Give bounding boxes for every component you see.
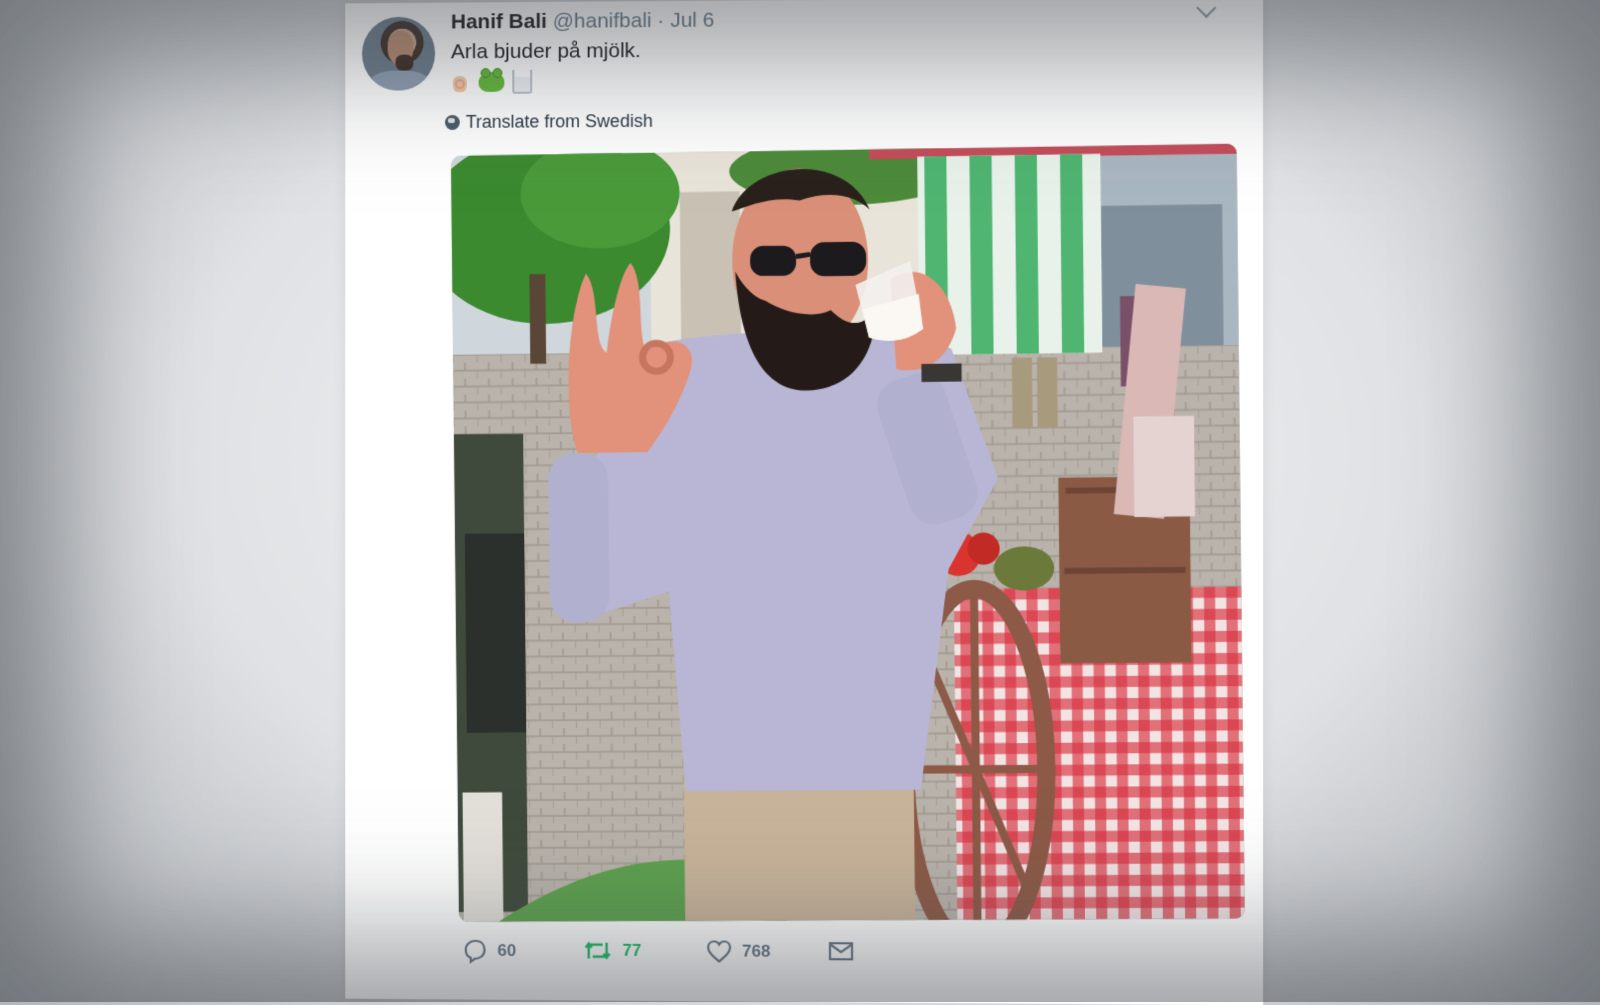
retweet-button[interactable]: 77 [583,939,642,963]
like-count: 768 [742,941,771,961]
reply-button[interactable]: 60 [462,938,516,964]
caret-down-icon[interactable] [1196,0,1217,18]
ok-hand-emoji-icon [451,70,471,94]
tweet-photo[interactable] [450,143,1245,922]
display-name[interactable]: Hanif Bali [451,10,547,34]
milk-glass-emoji-icon [512,69,533,94]
frog-emoji-icon [478,71,505,92]
avatar[interactable] [361,16,436,91]
tweet-text: Arla bjuder på mjölk. [450,39,641,64]
mail-icon [828,941,853,960]
user-handle[interactable]: @hanifbali [553,9,652,33]
globe-icon [444,114,460,130]
direct-message-button[interactable] [828,940,854,962]
translate-link[interactable]: Translate from Swedish [444,110,653,133]
emoji-row [451,69,533,94]
retweet-icon [583,939,613,963]
reply-icon [462,938,488,964]
translate-label: Translate from Swedish [465,110,653,132]
reply-count: 60 [497,940,517,961]
retweet-count: 77 [622,940,642,960]
tweet-date[interactable]: Jul 6 [670,9,714,32]
separator: · [657,9,665,33]
heart-icon [706,939,732,963]
tweet-card[interactable]: Hanif Bali @hanifbali · Jul 6 Arla bjude… [345,0,1264,1005]
photo-illustration [450,143,1245,922]
tweet-header: Hanif Bali @hanifbali · Jul 6 [451,9,715,35]
tweet-actions: 60 77 768 [462,938,961,981]
like-button[interactable]: 768 [706,939,770,963]
